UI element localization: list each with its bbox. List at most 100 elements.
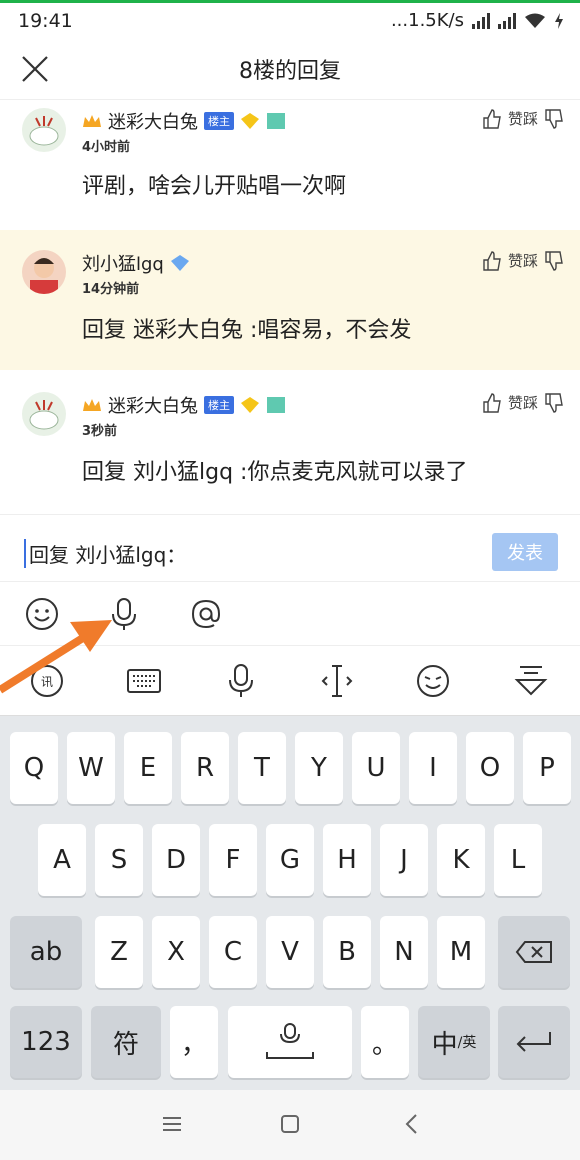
- thumb-up-icon[interactable]: [482, 108, 502, 129]
- vote-buttons[interactable]: 赞踩: [482, 250, 564, 271]
- status-icons: ...1.5K/s: [391, 10, 564, 31]
- username[interactable]: 刘小猛lgq: [82, 250, 164, 276]
- page-title: 8楼的回复: [239, 58, 341, 84]
- voice-input-icon[interactable]: [222, 662, 260, 700]
- close-icon[interactable]: [20, 54, 50, 84]
- key-backspace[interactable]: [498, 916, 570, 988]
- key-u[interactable]: U: [352, 732, 400, 804]
- key-h[interactable]: H: [323, 824, 371, 896]
- user-meta: 刘小猛lgq: [82, 250, 190, 276]
- reply-input[interactable]: 回复 刘小猛lgq：: [24, 539, 186, 568]
- user-meta: 迷彩大白兔 楼主: [82, 392, 286, 418]
- vote-label: 赞踩: [507, 394, 538, 412]
- key-w[interactable]: W: [67, 732, 115, 804]
- key-g[interactable]: G: [266, 824, 314, 896]
- key-c[interactable]: C: [209, 916, 257, 988]
- enter-icon: [516, 1032, 551, 1052]
- key-shift[interactable]: ab: [10, 916, 82, 988]
- key-r[interactable]: R: [181, 732, 229, 804]
- lang-sub-label: /英: [457, 1035, 477, 1051]
- thumb-down-icon[interactable]: [544, 108, 564, 129]
- key-s[interactable]: S: [95, 824, 143, 896]
- key-z[interactable]: Z: [95, 916, 143, 988]
- menu-icon[interactable]: [160, 1112, 184, 1136]
- thumb-down-icon[interactable]: [544, 392, 564, 413]
- owner-badge: 楼主: [204, 112, 234, 130]
- post-time: 4小时前: [82, 140, 131, 155]
- system-nav-bar: [0, 1090, 580, 1160]
- username[interactable]: 迷彩大白兔: [108, 108, 198, 134]
- key-space[interactable]: [228, 1006, 352, 1078]
- mention-icon[interactable]: [188, 596, 224, 632]
- key-period[interactable]: 。: [361, 1006, 409, 1078]
- vote-label: 赞踩: [507, 252, 538, 270]
- net-speed: ...1.5K/s: [390, 10, 464, 31]
- key-number[interactable]: 123: [10, 1006, 82, 1078]
- key-y[interactable]: Y: [295, 732, 343, 804]
- member-icon: [267, 397, 285, 413]
- avatar[interactable]: [22, 250, 66, 294]
- key-l[interactable]: L: [494, 824, 542, 896]
- crown-icon: [83, 115, 101, 127]
- vote-buttons[interactable]: 赞踩: [482, 392, 564, 413]
- member-icon: [267, 113, 285, 129]
- home-icon[interactable]: [278, 1112, 302, 1136]
- key-q[interactable]: Q: [10, 732, 58, 804]
- post-content: 回复 迷彩大白兔 :唱容易，不会发: [82, 318, 412, 343]
- key-k[interactable]: K: [437, 824, 485, 896]
- lang-label: 中: [431, 1029, 458, 1060]
- key-language[interactable]: 中/英: [418, 1006, 490, 1078]
- wifi-icon: [525, 13, 545, 28]
- keyboard-icon[interactable]: [125, 662, 163, 700]
- key-p[interactable]: P: [523, 732, 571, 804]
- header: 8楼的回复: [0, 38, 580, 100]
- pointer-arrow-icon: [0, 620, 112, 694]
- backspace-icon: [515, 941, 552, 963]
- avatar[interactable]: [22, 392, 66, 436]
- key-i[interactable]: I: [409, 732, 457, 804]
- avatar[interactable]: [22, 108, 66, 152]
- key-o[interactable]: O: [466, 732, 514, 804]
- thumb-down-icon[interactable]: [544, 250, 564, 271]
- key-f[interactable]: F: [209, 824, 257, 896]
- reply-item: 刘小猛lgq 14分钟前 回复 迷彩大白兔 :唱容易，不会发 赞踩: [0, 230, 580, 370]
- key-d[interactable]: D: [152, 824, 200, 896]
- username[interactable]: 迷彩大白兔: [108, 392, 198, 418]
- key-n[interactable]: N: [380, 916, 428, 988]
- key-x[interactable]: X: [152, 916, 200, 988]
- key-a[interactable]: A: [38, 824, 86, 896]
- vote-label: 赞踩: [507, 110, 538, 128]
- post-time: 3秒前: [82, 424, 118, 439]
- level-icon: [241, 113, 259, 129]
- user-meta: 迷彩大白兔 楼主: [82, 108, 286, 134]
- space-mic-icon: [266, 1023, 314, 1059]
- key-enter[interactable]: [498, 1006, 570, 1078]
- owner-badge: 楼主: [204, 396, 234, 414]
- signal-icon: [472, 12, 490, 29]
- key-symbol[interactable]: 符: [91, 1006, 161, 1078]
- status-bar: 19:41 ...1.5K/s: [0, 0, 580, 38]
- reply-input-bar: 回复 刘小猛lgq： 发表: [0, 514, 580, 582]
- keyboard: Q W E R T Y U I O P A S D F G H J K L ab…: [0, 716, 580, 1090]
- back-icon[interactable]: [400, 1112, 424, 1136]
- key-j[interactable]: J: [380, 824, 428, 896]
- key-e[interactable]: E: [124, 732, 172, 804]
- vote-buttons[interactable]: 赞踩: [482, 108, 564, 129]
- thumb-up-icon[interactable]: [482, 250, 502, 271]
- hide-keyboard-icon[interactable]: [512, 662, 550, 700]
- send-button[interactable]: 发表: [492, 533, 558, 571]
- post-content: 回复 刘小猛lgq :你点麦克风就可以录了: [82, 460, 468, 485]
- key-b[interactable]: B: [323, 916, 371, 988]
- key-comma[interactable]: ，: [170, 1006, 218, 1078]
- post-time: 14分钟前: [82, 282, 140, 297]
- cursor-move-icon[interactable]: [318, 662, 356, 700]
- crown-icon: [83, 399, 101, 411]
- thumb-up-icon[interactable]: [482, 392, 502, 413]
- status-time: 19:41: [18, 9, 73, 32]
- key-m[interactable]: M: [437, 916, 485, 988]
- reply-item: 迷彩大白兔 楼主 3秒前 回复 刘小猛lgq :你点麦克风就可以录了 赞踩: [0, 372, 580, 512]
- emoticon-icon[interactable]: [414, 662, 452, 700]
- post-content: 评剧，啥会儿开贴唱一次啊: [82, 174, 347, 199]
- key-t[interactable]: T: [238, 732, 286, 804]
- key-v[interactable]: V: [266, 916, 314, 988]
